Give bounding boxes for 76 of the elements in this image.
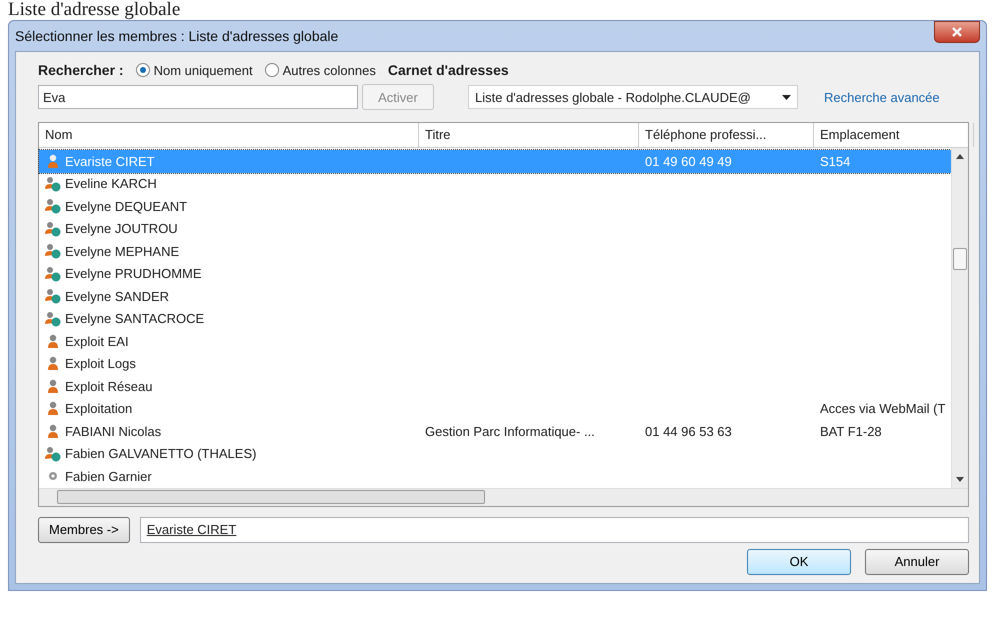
name-cell: Exploitation (65, 401, 132, 416)
table-cell: Gestion Parc Informatique- ... (425, 424, 595, 439)
contact-row[interactable]: Evelyne SANTACROCE (39, 308, 951, 330)
table-cell: 01 44 96 53 63 (645, 424, 732, 439)
table-cell: BAT F1-28 (820, 424, 882, 439)
person-globe-icon (45, 288, 61, 304)
window-title: Sélectionner les membres : Liste d'adresses globale (15, 28, 338, 44)
ok-button[interactable]: OK (747, 548, 851, 574)
members-field[interactable]: Evariste CIRET (140, 516, 969, 542)
name-cell: Exploit Réseau (65, 378, 152, 394)
column-header[interactable]: Téléphone professi... (639, 123, 814, 147)
contact-icon (48, 471, 58, 482)
vertical-scrollbar[interactable] (951, 148, 968, 488)
person-globe-icon (45, 266, 61, 282)
search-label: Rechercher : (38, 62, 124, 78)
address-book-dropdown[interactable]: Liste d'adresses globale - Rodolphe.CLAUDE@ (468, 85, 798, 109)
scroll-up-icon[interactable] (956, 154, 964, 159)
table-cell: S154 (820, 154, 850, 169)
contact-row[interactable]: Evelyne DEQUEANT (39, 195, 951, 218)
person-globe-icon (45, 198, 61, 214)
name-cell: Exploit Logs (65, 356, 136, 372)
members-button[interactable]: Membres -> (38, 516, 130, 542)
radio-option[interactable]: Autres colonnes (264, 62, 376, 78)
contact-row[interactable]: FABIANI Nicolas Gestion Parc Informatique- ... 01 44 96 53 63 BAT F1-28 (39, 420, 951, 442)
name-cell: Exploit EAI (65, 334, 129, 349)
person-icon (47, 378, 59, 394)
scroll-thumb[interactable] (57, 490, 485, 504)
name-cell: Evelyne PRUDHOMME (65, 266, 202, 282)
person-globe-icon (45, 310, 61, 327)
name-cell: Fabien GALVANETTO (THALES) (65, 446, 256, 462)
name-cell: Fabien Garnier (65, 468, 152, 484)
person-icon (47, 401, 59, 416)
cancel-button[interactable]: Annuler (865, 548, 969, 574)
person-globe-icon (45, 446, 61, 462)
contact-row[interactable]: Exploit EAI (39, 330, 951, 352)
name-cell: Evelyne JOUTROU (65, 221, 178, 236)
horizontal-scrollbar[interactable] (39, 488, 968, 506)
person-icon (47, 356, 59, 372)
name-cell: Evelyne SANTACROCE (65, 311, 204, 326)
person-globe-icon (45, 220, 61, 237)
name-cell: Evelyne DEQUEANT (65, 198, 188, 214)
contact-row[interactable]: Exploitation Acces via WebMail (T (39, 398, 951, 420)
contact-row[interactable]: Fabien GALVANETTO (THALES) (39, 442, 951, 465)
close-button[interactable] (934, 21, 980, 43)
person-globe-icon (45, 176, 61, 192)
contact-row[interactable]: Evelyne SANDER (39, 285, 951, 308)
contact-row[interactable]: Evelyne MEPHANE (39, 240, 951, 262)
column-header[interactable]: Emplacement (814, 123, 974, 147)
column-header[interactable]: Titre (419, 123, 639, 147)
person-globe-icon (45, 243, 61, 260)
person-icon (47, 154, 59, 169)
scroll-thumb[interactable] (953, 248, 967, 270)
name-cell: Eveline KARCH (65, 176, 157, 192)
column-header[interactable]: Nom (39, 123, 419, 147)
contact-row[interactable]: Eveline KARCH (39, 172, 951, 195)
contact-row[interactable]: Evelyne PRUDHOMME (39, 262, 951, 285)
name-cell: Evelyne MEPHANE (65, 244, 180, 259)
address-book-label: Carnet d'adresses (388, 62, 509, 78)
scroll-down-icon[interactable] (956, 476, 964, 482)
close-icon (952, 27, 962, 37)
person-icon (47, 424, 59, 439)
name-cell: Evariste CIRET (65, 154, 155, 169)
search-field[interactable]: Eva (38, 85, 358, 109)
name-cell: FABIANI Nicolas (65, 424, 162, 439)
contact-row[interactable]: Fabien Garnier (39, 465, 951, 488)
radio-option[interactable]: Nom uniquement (136, 62, 253, 78)
advanced-search-link[interactable]: Recherche avancée (824, 90, 940, 104)
caret-icon (782, 94, 791, 100)
contact-row[interactable]: Evelyne JOUTROU (39, 218, 951, 240)
contact-row[interactable]: Exploit Logs (39, 352, 951, 375)
person-icon (47, 334, 59, 349)
table-cell: 01 49 60 49 49 (645, 154, 732, 169)
name-cell: Evelyne SANDER (65, 288, 170, 304)
page-heading: Liste d'adresse globale (7, 0, 182, 20)
table-cell: Acces via WebMail (T (820, 401, 946, 416)
contact-row[interactable]: Exploit Réseau (39, 375, 951, 398)
